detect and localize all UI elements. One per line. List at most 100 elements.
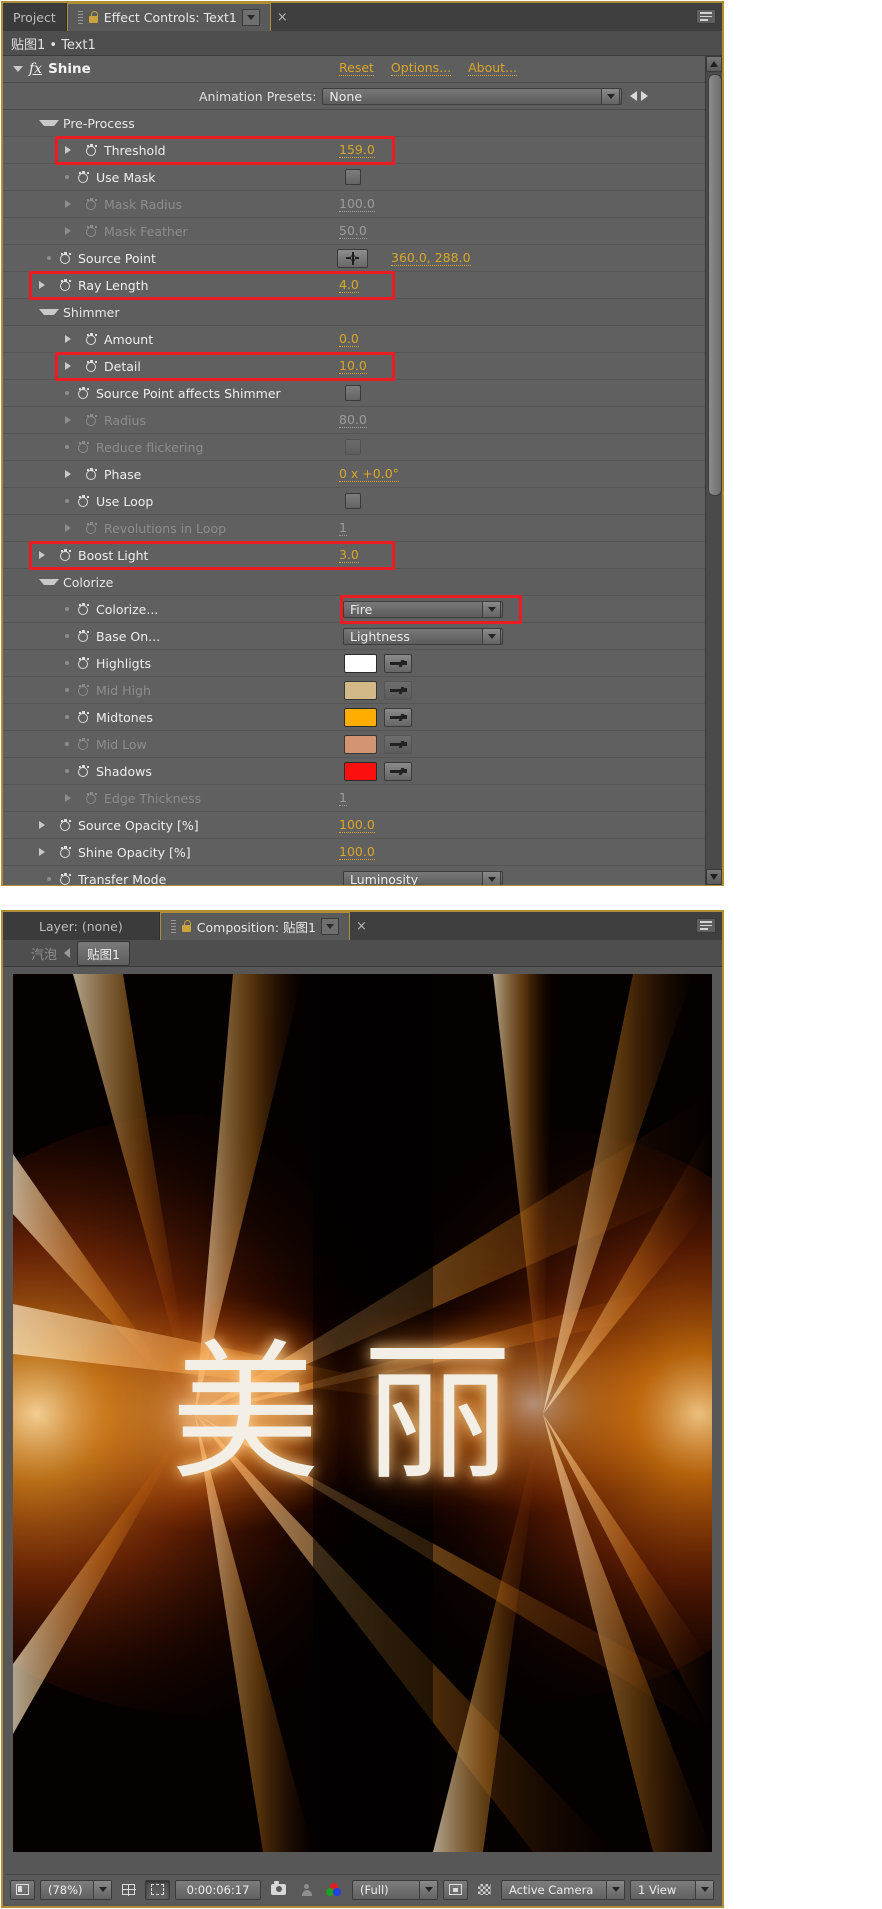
stopwatch-icon[interactable]: [59, 818, 72, 832]
chevron-down-icon[interactable]: [695, 1880, 713, 1899]
animation-presets-dropdown[interactable]: None: [322, 87, 623, 105]
zoom-level-select[interactable]: (78%): [40, 1879, 112, 1900]
stopwatch-icon[interactable]: [77, 683, 90, 697]
disclosure-triangle-icon[interactable]: [39, 281, 51, 289]
param-row-source-opacity[interactable]: Source Opacity [%] 100.0: [3, 812, 706, 839]
disclosure-triangle-icon[interactable]: [39, 821, 51, 829]
checkbox-use-loop[interactable]: [345, 493, 361, 509]
view-count-select[interactable]: 1 View: [630, 1879, 714, 1900]
param-row-mid-high[interactable]: Mid High: [3, 677, 706, 704]
tab-composition[interactable]: Composition: 贴图1: [159, 912, 350, 940]
dropdown-transfer-mode[interactable]: Luminosity: [343, 870, 503, 885]
panel-menu-icon[interactable]: [696, 9, 716, 24]
eyedropper-icon[interactable]: [384, 680, 412, 700]
chevron-down-icon[interactable]: [482, 600, 501, 618]
previous-preset-icon[interactable]: [630, 91, 638, 101]
stopwatch-icon[interactable]: [85, 197, 98, 211]
stopwatch-icon[interactable]: [85, 413, 98, 427]
about-link[interactable]: About...: [468, 60, 517, 76]
param-row-source-point[interactable]: Source Point 360.0, 288.0: [3, 245, 706, 272]
stopwatch-icon[interactable]: [59, 872, 72, 885]
stopwatch-icon[interactable]: [59, 548, 72, 562]
tab-effect-controls[interactable]: Effect Controls: Text1: [66, 3, 271, 31]
stopwatch-icon[interactable]: [85, 521, 98, 535]
color-swatch-mid-low[interactable]: [344, 734, 377, 754]
breadcrumb-current[interactable]: 贴图1: [77, 940, 130, 966]
param-value-source-opacity[interactable]: 100.0: [339, 817, 375, 833]
stopwatch-icon[interactable]: [77, 440, 90, 454]
stopwatch-icon[interactable]: [77, 602, 90, 616]
stopwatch-icon[interactable]: [77, 656, 90, 670]
color-swatch-midtones[interactable]: [344, 707, 377, 727]
chevron-down-icon[interactable]: [606, 1880, 624, 1899]
chevron-down-icon[interactable]: [241, 9, 260, 26]
checkbox-use-mask[interactable]: [345, 169, 361, 185]
stopwatch-icon[interactable]: [77, 494, 90, 508]
eyedropper-icon[interactable]: [384, 734, 412, 754]
next-preset-icon[interactable]: [641, 91, 649, 101]
param-row-mask-radius[interactable]: Mask Radius 100.0: [3, 191, 706, 218]
disclosure-triangle-icon[interactable]: [65, 362, 77, 370]
param-row-pre-process[interactable]: Pre-Process: [3, 110, 706, 137]
tab-grip-icon[interactable]: [77, 11, 83, 24]
param-value-edge-thickness[interactable]: 1: [339, 790, 347, 806]
chevron-down-icon[interactable]: [482, 870, 501, 885]
stopwatch-icon[interactable]: [85, 359, 98, 373]
disclosure-triangle-icon[interactable]: [65, 146, 77, 154]
param-row-radius[interactable]: Radius 80.0: [3, 407, 706, 434]
transparency-grid-button[interactable]: [473, 1880, 496, 1900]
color-swatch-mid-high[interactable]: [344, 680, 377, 700]
param-row-colorize-group[interactable]: Colorize: [3, 569, 706, 596]
toggle-viewer-layout-button[interactable]: [10, 1879, 35, 1900]
grid-guides-button[interactable]: [117, 1880, 140, 1900]
param-row-colorize[interactable]: Colorize... Fire: [3, 596, 706, 623]
param-row-threshold[interactable]: Threshold 159.0: [3, 137, 706, 164]
current-time-display[interactable]: 0:00:06:17: [175, 1879, 261, 1900]
composition-viewer[interactable]: 美丽: [13, 974, 712, 1852]
param-row-phase[interactable]: Phase 0 x +0.0°: [3, 461, 706, 488]
disclosure-triangle-icon[interactable]: [65, 227, 77, 235]
stopwatch-icon[interactable]: [85, 332, 98, 346]
panel-menu-icon[interactable]: [696, 918, 716, 933]
color-swatch-highligts[interactable]: [344, 653, 377, 673]
param-value-mask-radius[interactable]: 100.0: [339, 196, 375, 212]
stopwatch-icon[interactable]: [85, 791, 98, 805]
param-row-reduce-flickering[interactable]: Reduce flickering: [3, 434, 706, 461]
disclosure-triangle-icon[interactable]: [65, 335, 77, 343]
checkbox-reduce-flickering[interactable]: [345, 439, 361, 455]
param-value-amount[interactable]: 0.0: [339, 331, 359, 347]
param-row-source-point-affects-shimmer[interactable]: Source Point affects Shimmer: [3, 380, 706, 407]
disclosure-triangle-icon[interactable]: [39, 579, 59, 585]
breadcrumb-parent[interactable]: 汽泡: [31, 944, 57, 963]
param-value-detail[interactable]: 10.0: [339, 358, 367, 374]
param-value-revolutions-in-loop[interactable]: 1: [339, 520, 347, 536]
param-row-midtones[interactable]: Midtones: [3, 704, 706, 731]
close-icon[interactable]: ×: [350, 912, 373, 940]
disclosure-triangle-icon[interactable]: [65, 794, 77, 802]
param-row-ray-length[interactable]: Ray Length 4.0: [3, 272, 706, 299]
chevron-down-icon[interactable]: [601, 87, 621, 105]
stopwatch-icon[interactable]: [77, 764, 90, 778]
param-row-revolutions-in-loop[interactable]: Revolutions in Loop 1: [3, 515, 706, 542]
param-row-use-mask[interactable]: Use Mask: [3, 164, 706, 191]
lock-icon[interactable]: [181, 920, 192, 933]
stopwatch-icon[interactable]: [85, 143, 98, 157]
stopwatch-icon[interactable]: [77, 737, 90, 751]
show-snapshot-button[interactable]: [296, 1880, 316, 1900]
param-row-boost-light[interactable]: Boost Light 3.0: [3, 542, 706, 569]
breadcrumb-back-icon[interactable]: [64, 948, 71, 958]
disclosure-triangle-icon[interactable]: [39, 309, 59, 315]
close-icon[interactable]: ×: [271, 3, 294, 31]
tab-project[interactable]: Project: [3, 3, 67, 31]
dropdown-colorize[interactable]: Fire: [343, 600, 503, 618]
param-value-radius[interactable]: 80.0: [339, 412, 367, 428]
param-row-use-loop[interactable]: Use Loop: [3, 488, 706, 515]
stopwatch-icon[interactable]: [85, 467, 98, 481]
param-row-highligts[interactable]: Highligts: [3, 650, 706, 677]
param-value-threshold[interactable]: 159.0: [339, 142, 375, 158]
stopwatch-icon[interactable]: [77, 629, 90, 643]
reset-link[interactable]: Reset: [339, 60, 374, 76]
take-snapshot-button[interactable]: [266, 1880, 291, 1900]
region-of-interest-button[interactable]: [145, 1879, 170, 1900]
param-value-ray-length[interactable]: 4.0: [339, 277, 359, 293]
